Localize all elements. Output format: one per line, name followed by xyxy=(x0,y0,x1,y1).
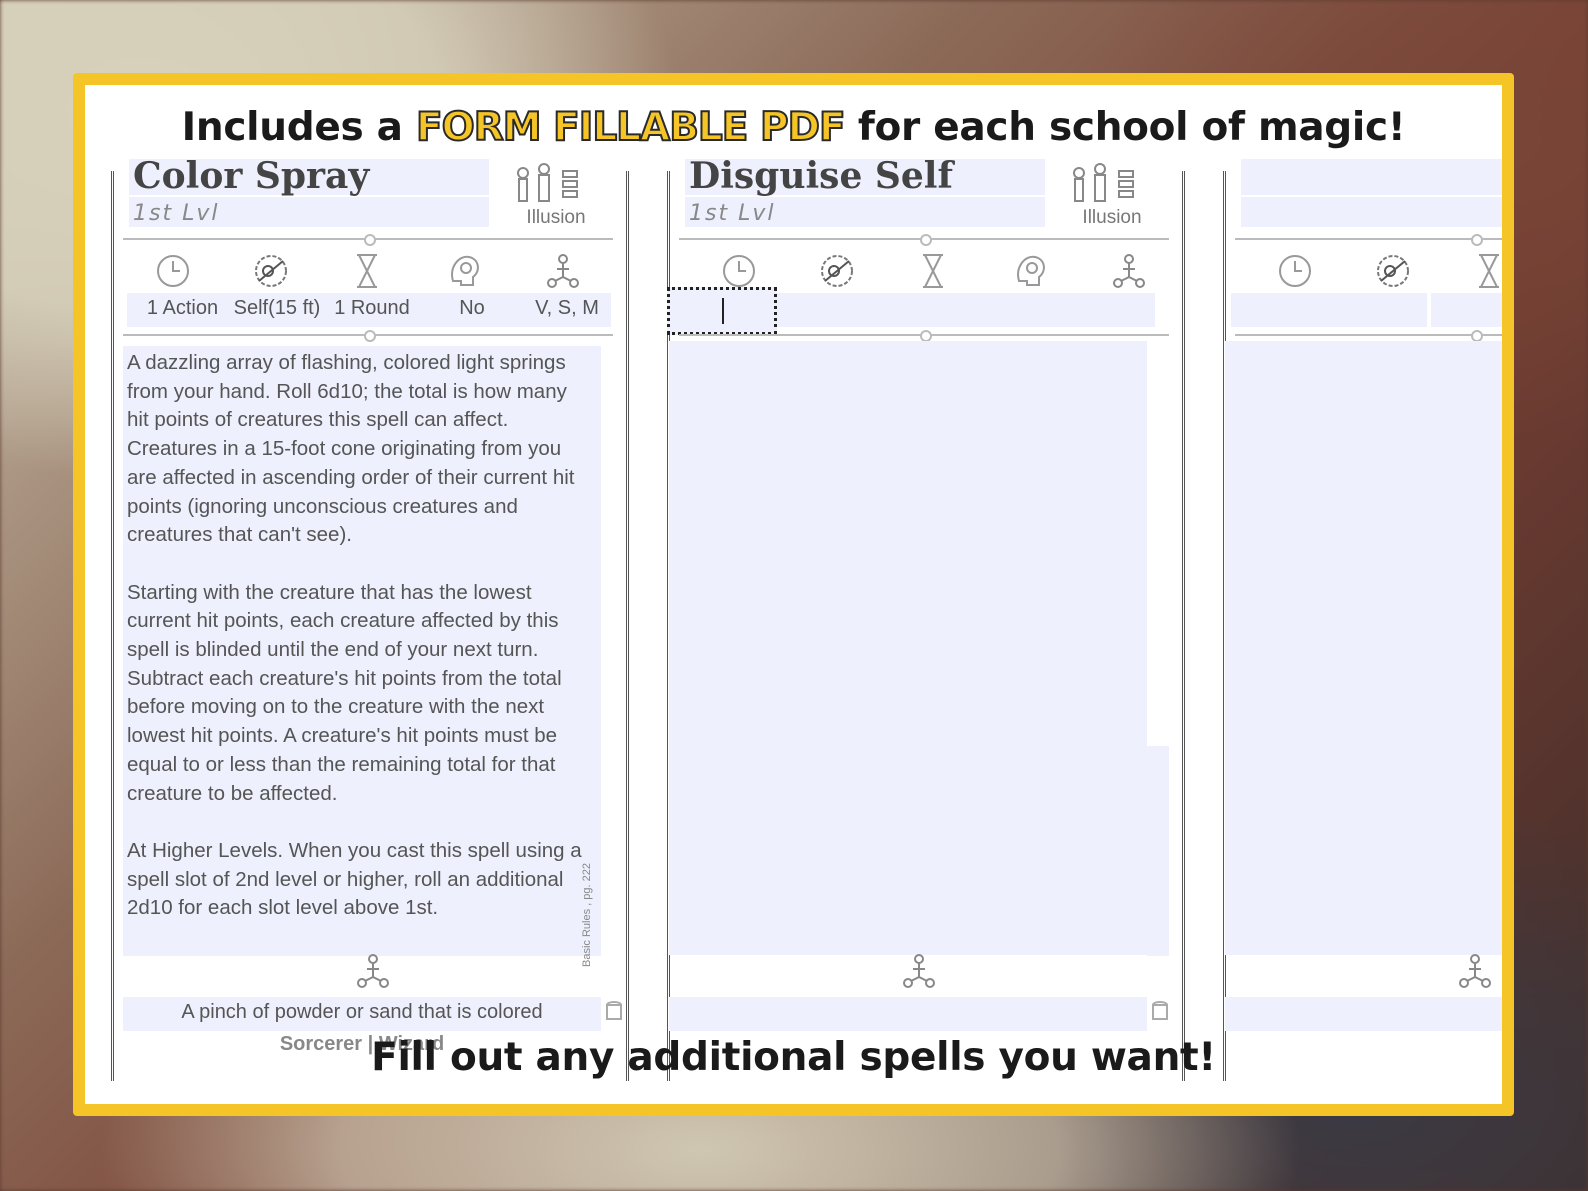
stat-icons xyxy=(123,251,613,295)
title-field[interactable] xyxy=(1241,159,1502,195)
source-reference: Basic Rules , pg. 222 xyxy=(581,863,593,967)
material-field[interactable] xyxy=(1225,997,1502,1031)
text-caret xyxy=(722,298,724,324)
concentration-icon xyxy=(1017,255,1045,286)
clock-icon xyxy=(157,255,189,287)
spell-level: 1st Lvl xyxy=(133,201,220,226)
components-icon xyxy=(1459,954,1491,988)
clock-icon xyxy=(1279,255,1311,287)
concentration-field[interactable] xyxy=(975,293,1065,327)
description-field[interactable] xyxy=(1225,341,1502,955)
duration-field[interactable]: 1 Round xyxy=(327,297,417,320)
source-field[interactable] xyxy=(1147,746,1169,956)
footline: Fill out any additional spells you want! xyxy=(371,1035,1216,1080)
duration-field[interactable] xyxy=(881,293,971,327)
divider xyxy=(679,330,1169,342)
material-field[interactable] xyxy=(669,997,1147,1031)
spell-material: A pinch of powder or sand that is colore… xyxy=(181,1001,543,1023)
components-icon xyxy=(1113,254,1145,288)
divider xyxy=(1235,330,1502,342)
school-illusion-icon xyxy=(517,163,578,202)
divider xyxy=(1235,234,1502,246)
spell-school: Illusion xyxy=(1082,207,1142,228)
description-field[interactable] xyxy=(669,341,1147,955)
casting-time-field-focused[interactable] xyxy=(667,287,777,335)
range-icon xyxy=(821,255,853,287)
spell-card-color-spray: Color Spray 1st Lvl Illusion 1 Action Se… xyxy=(99,101,639,1104)
hourglass-icon xyxy=(357,254,377,288)
spell-level: 1st Lvl xyxy=(689,201,776,226)
spell-school: Illusion xyxy=(526,207,586,228)
stats-row: 1 Action Self(15 ft) 1 Round No V, S, M xyxy=(127,293,611,327)
range-field[interactable] xyxy=(1431,293,1502,327)
components-icon xyxy=(547,254,579,288)
concentration-icon xyxy=(451,255,479,286)
hourglass-icon xyxy=(923,254,943,288)
casting-time-field[interactable]: 1 Action xyxy=(135,297,230,320)
spell-title: Disguise Self xyxy=(689,155,953,197)
range-field[interactable]: Self(15 ft) xyxy=(227,297,327,320)
components-icon xyxy=(903,954,935,988)
divider xyxy=(123,234,613,246)
concentration-field[interactable]: No xyxy=(427,297,517,320)
spell-description: A dazzling array of flashing, colored li… xyxy=(127,351,582,920)
range-field[interactable] xyxy=(787,293,877,327)
promo-frame: Includes a FORM FILLABLE PDF for each sc… xyxy=(73,73,1514,1116)
hourglass-icon xyxy=(1479,254,1499,288)
spell-card-blank xyxy=(1211,101,1502,1104)
scroll-icon xyxy=(1152,1001,1168,1020)
spell-title: Color Spray xyxy=(133,155,370,197)
components-field[interactable] xyxy=(1069,293,1155,327)
range-icon xyxy=(1377,255,1409,287)
divider xyxy=(123,330,613,342)
casting-time-field[interactable] xyxy=(1231,293,1427,327)
spell-card-disguise-self: Disguise Self 1st Lvl Illusion xyxy=(655,101,1195,1104)
headline-highlight: FORM FILLABLE PDF xyxy=(415,104,847,151)
clock-icon xyxy=(723,255,755,287)
range-icon xyxy=(255,255,287,287)
components-field[interactable]: V, S, M xyxy=(522,297,612,320)
components-icon xyxy=(357,954,389,988)
scroll-icon xyxy=(606,1001,622,1020)
headline: Includes a FORM FILLABLE PDF for each sc… xyxy=(181,104,1406,151)
divider xyxy=(679,234,1169,246)
level-field[interactable] xyxy=(1241,197,1502,227)
school-illusion-icon xyxy=(1073,163,1134,202)
